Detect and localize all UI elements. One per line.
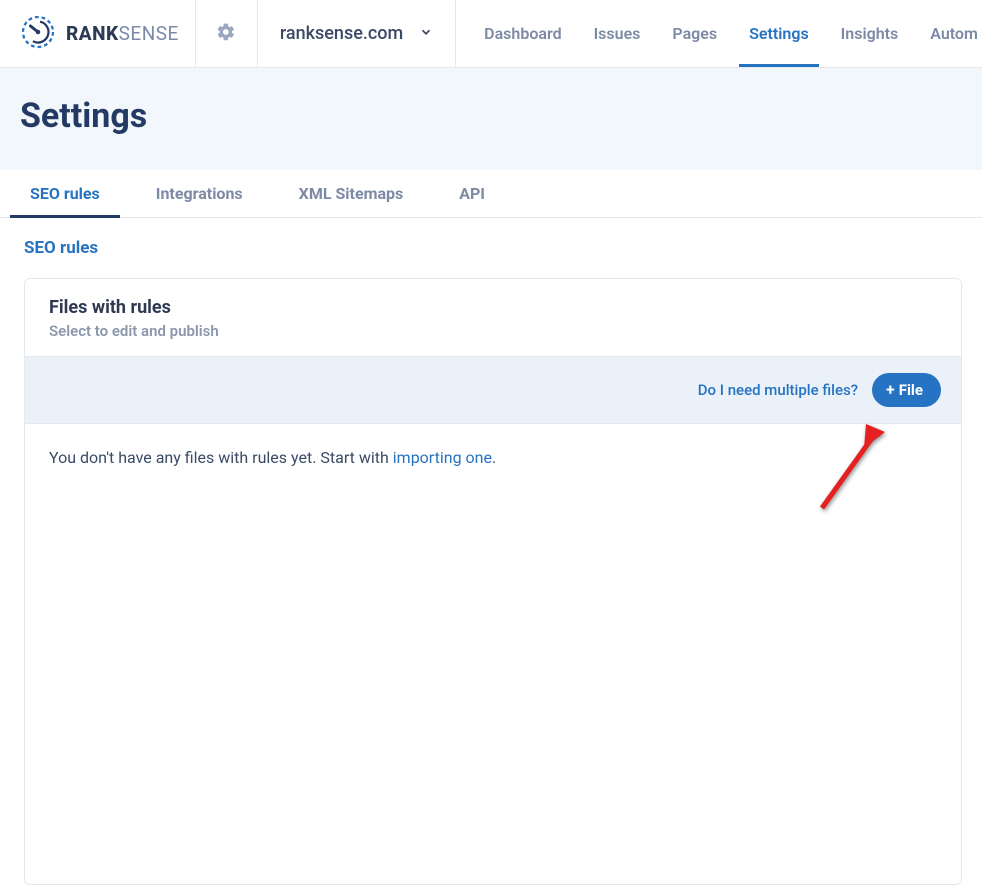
empty-suffix: . (492, 448, 496, 467)
tab-xml-sitemaps[interactable]: XML Sitemaps (289, 170, 414, 217)
add-file-button[interactable]: + File (872, 373, 941, 407)
empty-state-text: You don't have any files with rules yet.… (49, 448, 937, 467)
nav-item-dashboard[interactable]: Dashboard (484, 0, 561, 67)
nav-item-settings[interactable]: Settings (749, 0, 809, 67)
nav-item-pages[interactable]: Pages (672, 0, 717, 67)
add-file-label: File (899, 381, 923, 399)
card-body: You don't have any files with rules yet.… (25, 424, 961, 884)
tab-integrations[interactable]: Integrations (146, 170, 253, 217)
card-header: Files with rules Select to edit and publ… (25, 279, 961, 356)
nav-item-issues[interactable]: Issues (594, 0, 641, 67)
files-card: Files with rules Select to edit and publ… (24, 278, 962, 885)
brand-logo[interactable]: RANKSENSE (0, 0, 196, 67)
page-title-band: Settings (0, 68, 982, 170)
section-heading: SEO rules (0, 218, 982, 266)
plus-icon: + (886, 382, 895, 398)
card-title: Files with rules (49, 297, 937, 318)
import-link[interactable]: importing one (393, 448, 492, 467)
nav-item-insights[interactable]: Insights (841, 0, 899, 67)
nav-item-automation[interactable]: Autom (930, 0, 978, 67)
gear-icon (216, 22, 236, 46)
card-toolbar: Do I need multiple files? + File (25, 356, 961, 424)
card-subtitle: Select to edit and publish (49, 322, 937, 340)
settings-gear[interactable] (196, 0, 258, 67)
multiple-files-help-link[interactable]: Do I need multiple files? (698, 381, 858, 399)
tab-seo-rules[interactable]: SEO rules (20, 170, 110, 217)
empty-prefix: You don't have any files with rules yet.… (49, 448, 393, 467)
site-selector-label: ranksense.com (280, 23, 403, 44)
main-nav: Dashboard Issues Pages Settings Insights… (456, 0, 982, 67)
logo-mark-icon (20, 14, 56, 54)
site-selector[interactable]: ranksense.com (258, 0, 456, 67)
top-header: RANKSENSE ranksense.com Dashboard Issues… (0, 0, 982, 68)
sub-tabs: SEO rules Integrations XML Sitemaps API (0, 170, 982, 218)
brand-wordmark: RANKSENSE (66, 22, 179, 45)
chevron-down-icon (419, 24, 433, 43)
page-title: Settings (20, 96, 962, 136)
brand-bold: RANK (66, 22, 119, 45)
brand-light: SENSE (119, 22, 179, 45)
tab-api[interactable]: API (449, 170, 495, 217)
